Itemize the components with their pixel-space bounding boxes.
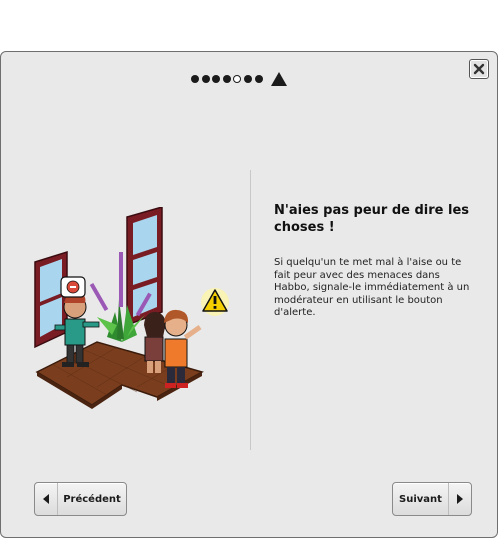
page-heading: N'aies pas peur de dire les choses ! (274, 203, 469, 235)
page-dot-2[interactable] (201, 75, 210, 83)
page-dot-3[interactable] (212, 75, 221, 83)
content-divider (250, 170, 251, 450)
previous-button-label: Précédent (63, 493, 121, 505)
speech-bubble (60, 276, 86, 298)
page-dot-1[interactable] (191, 75, 199, 83)
alert-scene-illustration (34, 207, 229, 409)
tutorial-dialog: N'aies pas peur de dire les choses ! Si … (0, 51, 498, 538)
page-body-text: Si quelqu'un te met mal à l'aise ou te f… (274, 257, 470, 318)
previous-button[interactable]: Précédent (34, 482, 127, 516)
arrow-left-icon (35, 483, 58, 515)
warning-icon (201, 288, 229, 316)
page-dot-6[interactable] (243, 75, 252, 83)
close-icon (473, 63, 485, 75)
next-button[interactable]: Suivant (392, 482, 472, 516)
page-dot-4[interactable] (222, 75, 231, 83)
page-dot-7[interactable] (254, 75, 263, 83)
page-indicator (191, 72, 288, 86)
close-button[interactable] (469, 59, 489, 79)
triangle-icon (271, 72, 288, 86)
next-button-label: Suivant (399, 493, 442, 505)
arrow-right-icon (448, 483, 471, 515)
page-dot-5-current[interactable] (233, 75, 242, 83)
